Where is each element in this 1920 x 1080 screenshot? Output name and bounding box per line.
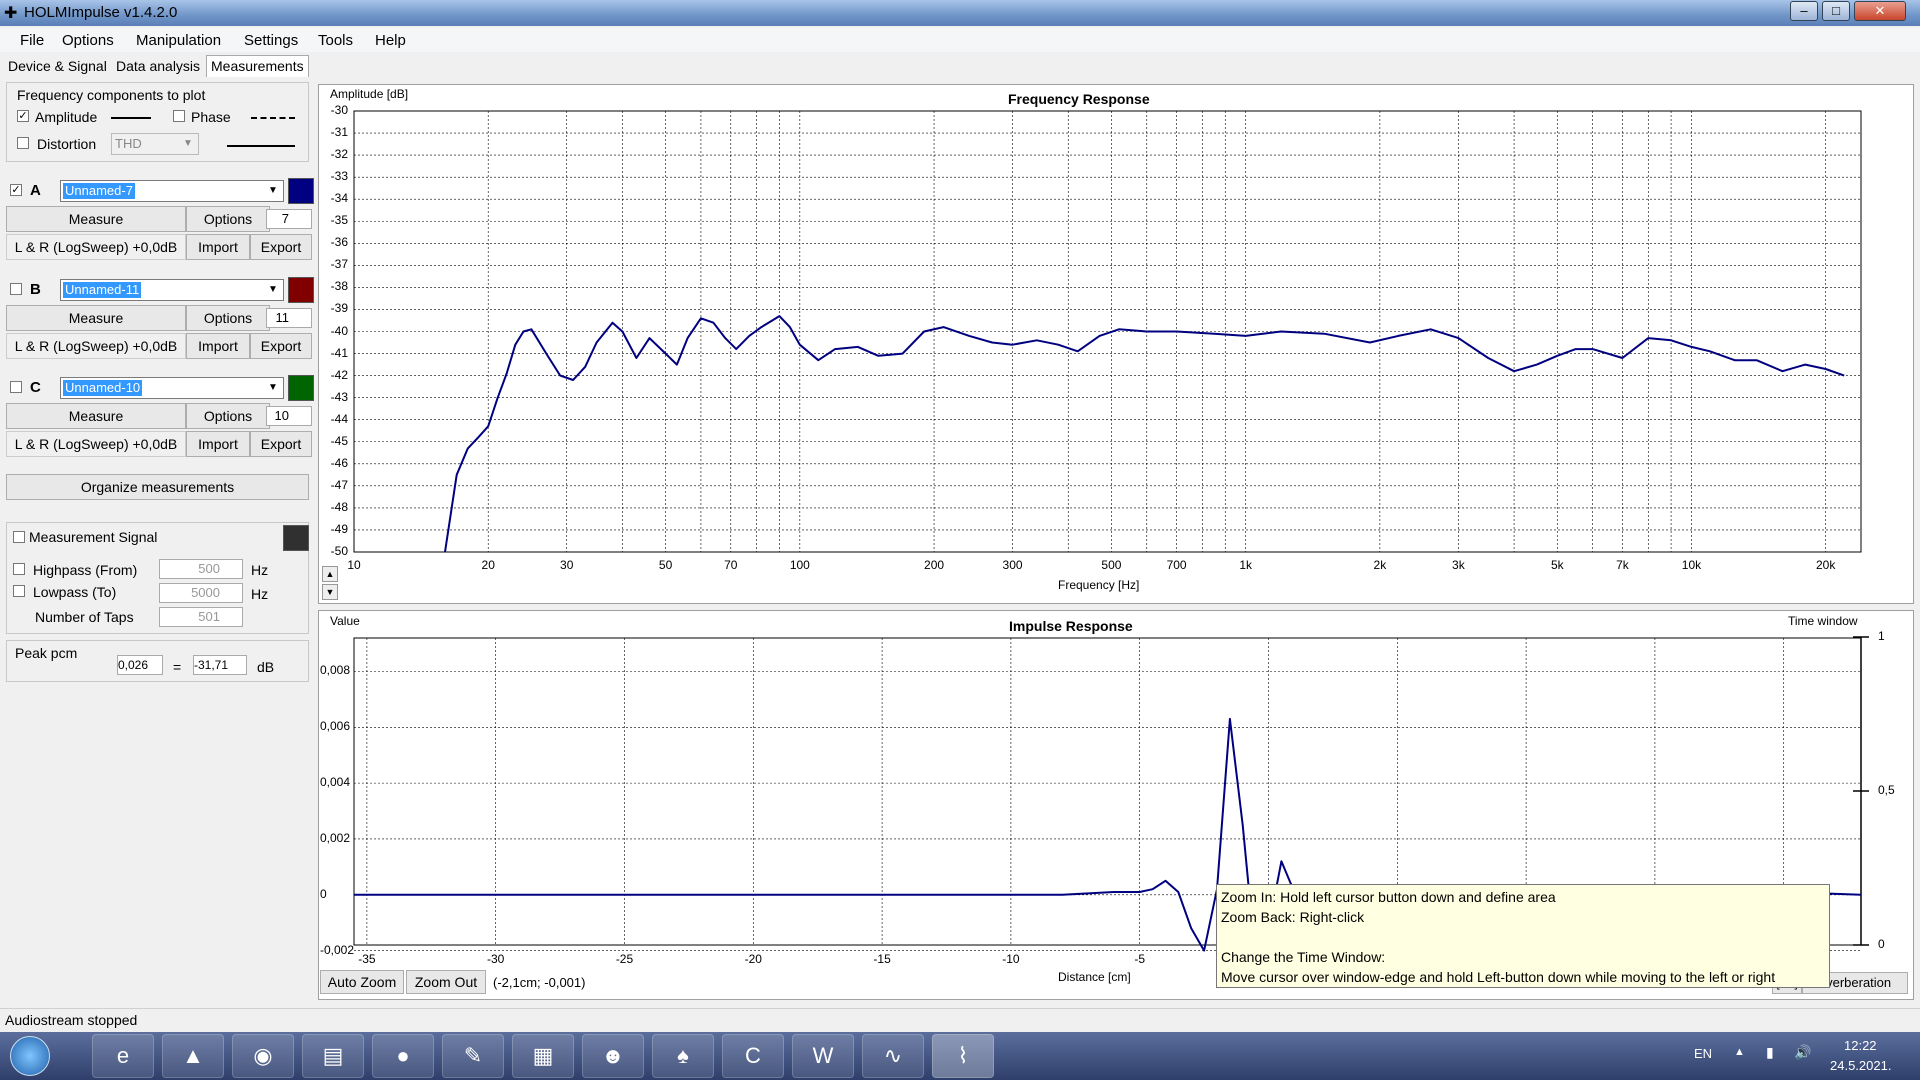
paint-icon[interactable]: ✎ bbox=[442, 1034, 504, 1078]
chrome-icon[interactable]: ◉ bbox=[232, 1034, 294, 1078]
tray-expand-icon[interactable]: ▲ bbox=[1734, 1046, 1745, 1058]
firefox-icon[interactable]: ● bbox=[372, 1034, 434, 1078]
clock-time[interactable]: 12:22 bbox=[1844, 1038, 1877, 1053]
word-icon[interactable]: W bbox=[792, 1034, 854, 1078]
tooltip-line-zoom-in: Zoom In: Hold left cursor button down an… bbox=[1221, 889, 1556, 905]
calculator-icon[interactable]: ▦ bbox=[512, 1034, 574, 1078]
start-button[interactable] bbox=[10, 1036, 50, 1076]
auto-zoom-button[interactable]: Auto Zoom bbox=[320, 970, 404, 994]
vlc-icon[interactable]: ▲ bbox=[162, 1034, 224, 1078]
cursor-readout: (-2,1cm; -0,001) bbox=[493, 975, 586, 990]
internet-explorer-icon[interactable]: e bbox=[92, 1034, 154, 1078]
zoom-help-tooltip: Zoom In: Hold left cursor button down an… bbox=[1216, 884, 1830, 988]
zoom-out-button[interactable]: Zoom Out bbox=[406, 970, 486, 994]
file-explorer-icon[interactable]: ▤ bbox=[302, 1034, 364, 1078]
ccleaner-icon[interactable]: C bbox=[722, 1034, 784, 1078]
tooltip-line-time-window: Change the Time Window: bbox=[1221, 949, 1386, 965]
language-indicator[interactable]: EN bbox=[1694, 1046, 1712, 1061]
holmimpulse-taskbar-icon[interactable]: ⌇ bbox=[932, 1034, 994, 1078]
alien-app-icon[interactable]: ☻ bbox=[582, 1034, 644, 1078]
tooltip-line-instructions: Move cursor over window-edge and hold Le… bbox=[1221, 969, 1776, 985]
status-text: Audiostream stopped bbox=[5, 1012, 138, 1028]
audio-app-icon[interactable]: ∿ bbox=[862, 1034, 924, 1078]
tooltip-line-zoom-back: Zoom Back: Right-click bbox=[1221, 909, 1365, 925]
network-icon[interactable]: ▮ bbox=[1766, 1044, 1774, 1061]
status-bar: Audiostream stopped bbox=[0, 1008, 1920, 1032]
acrobat-icon[interactable]: ♠ bbox=[652, 1034, 714, 1078]
volume-icon[interactable]: 🔊 bbox=[1794, 1044, 1811, 1061]
clock-date[interactable]: 24.5.2021. bbox=[1830, 1058, 1891, 1073]
